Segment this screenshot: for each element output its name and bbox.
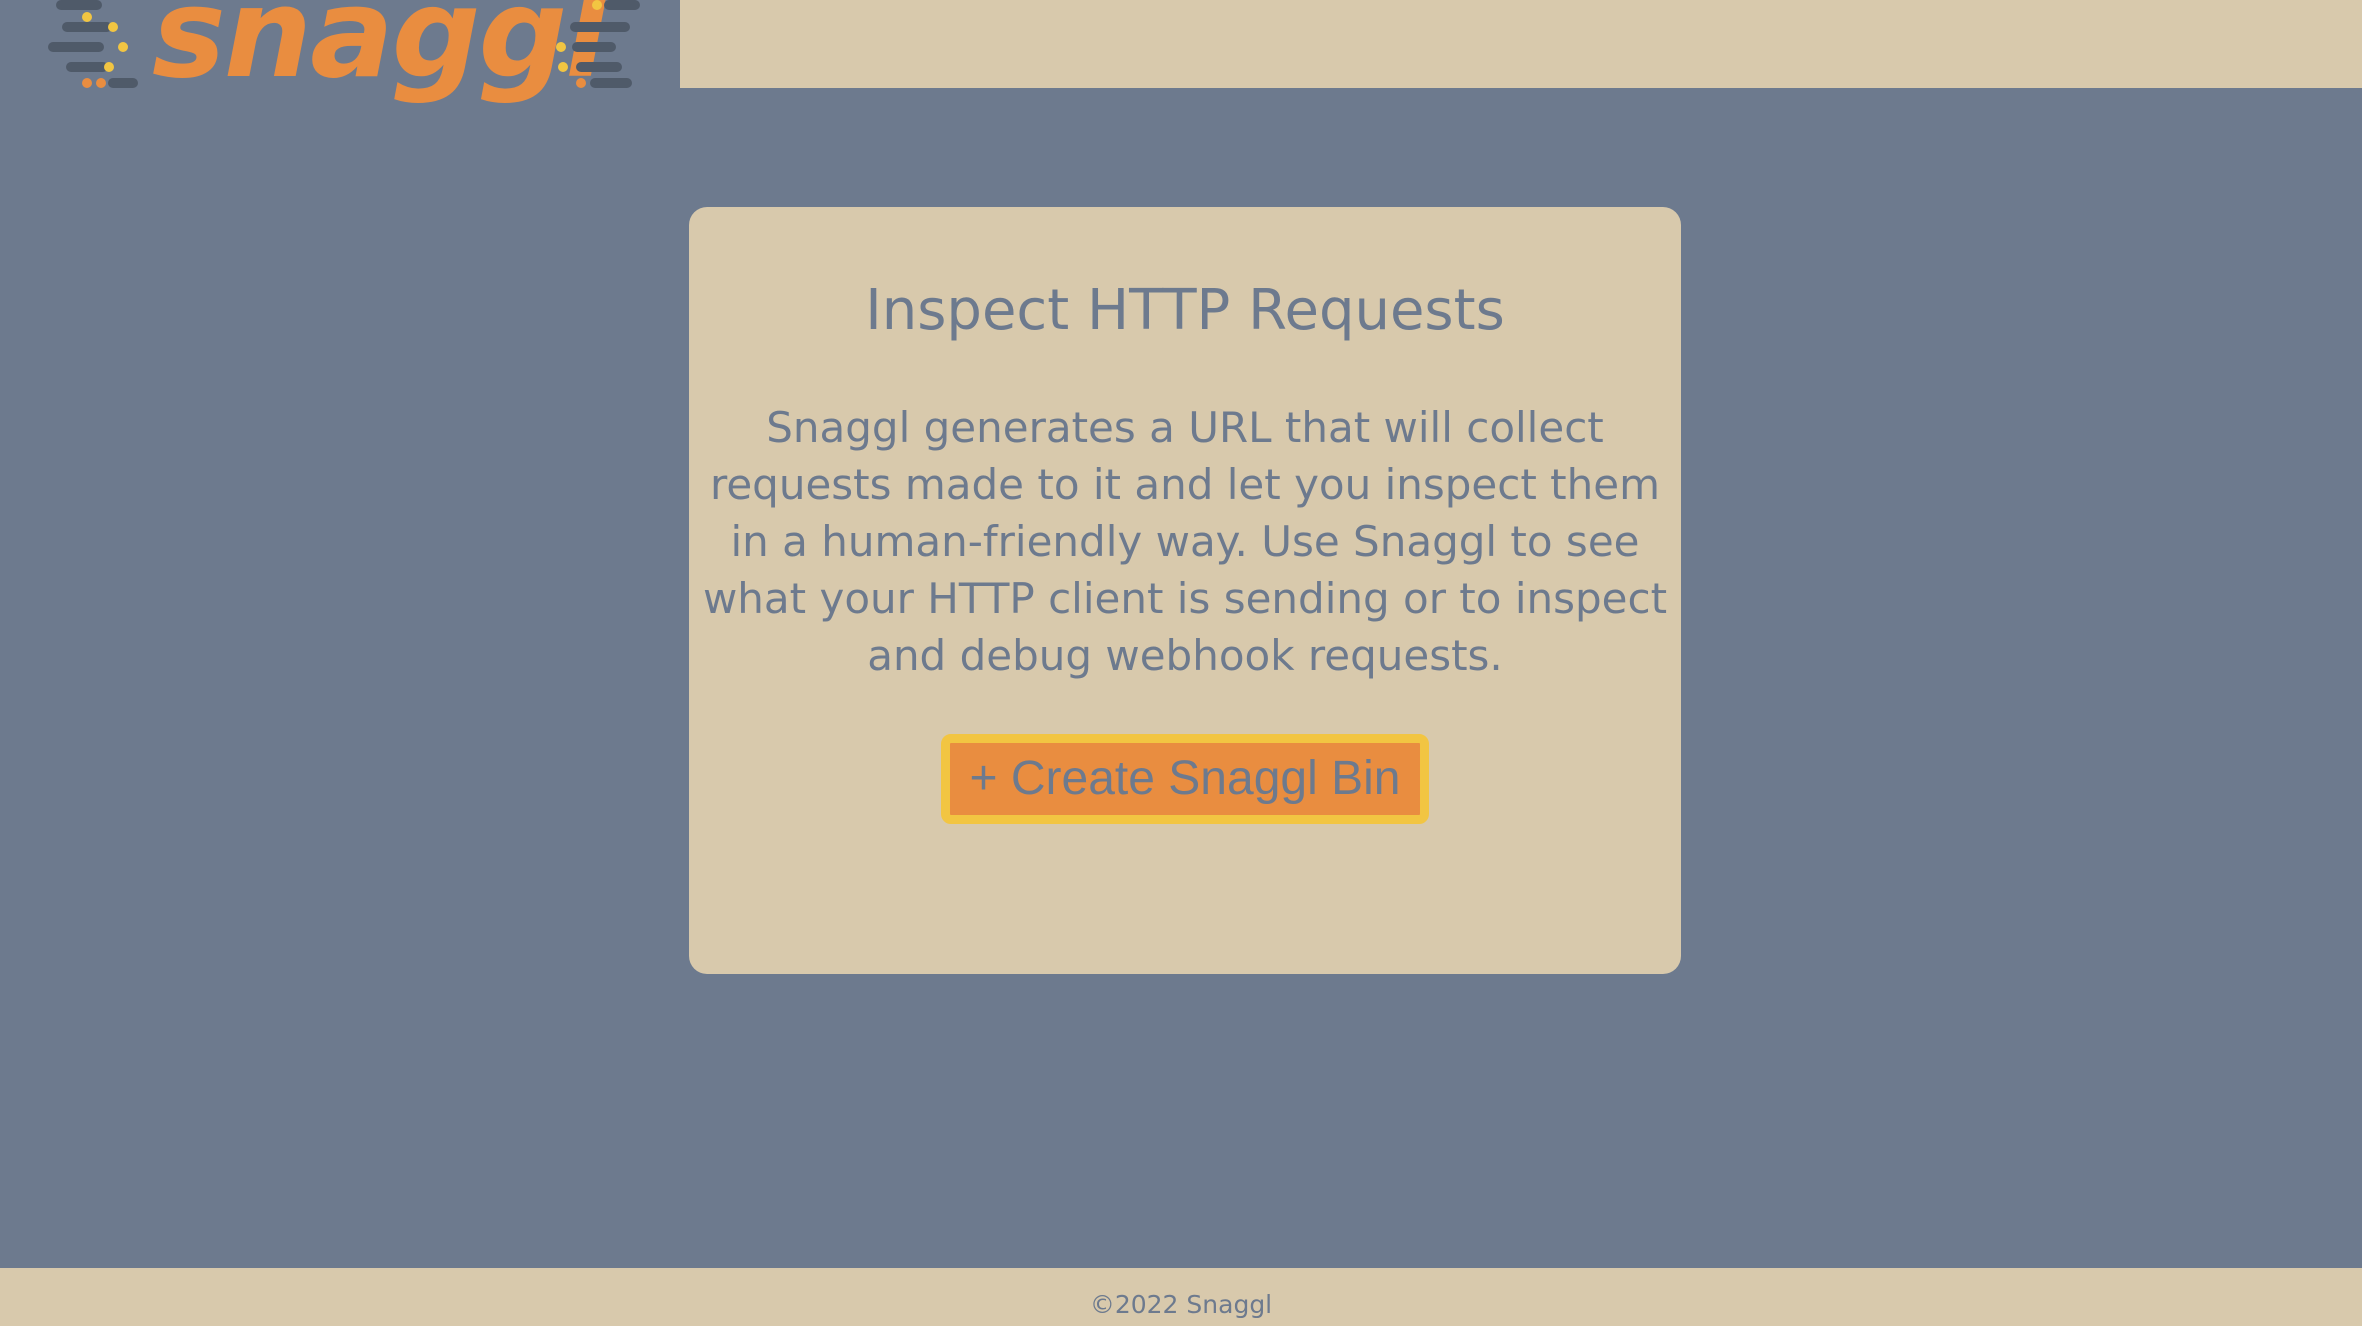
logo[interactable]: snaggl xyxy=(0,0,680,96)
logo-wordmark: snaggl xyxy=(152,0,608,106)
intro-card: Inspect HTTP Requests Snaggl generates a… xyxy=(689,207,1681,974)
speed-lines-right-icon xyxy=(552,0,652,90)
footer: ©2022 Snaggl xyxy=(0,1268,2362,1326)
create-bin-button[interactable]: + Create Snaggl Bin xyxy=(940,734,1430,825)
footer-copyright: ©2022 Snaggl xyxy=(1089,1290,1273,1319)
card-description: Snaggl generates a URL that will collect… xyxy=(702,403,1668,681)
card-title: Inspect HTTP Requests xyxy=(865,278,1505,343)
speed-lines-left-icon xyxy=(48,0,148,90)
page: snaggl Inspect HTTP Requests Snaggl gene… xyxy=(0,0,2362,1326)
